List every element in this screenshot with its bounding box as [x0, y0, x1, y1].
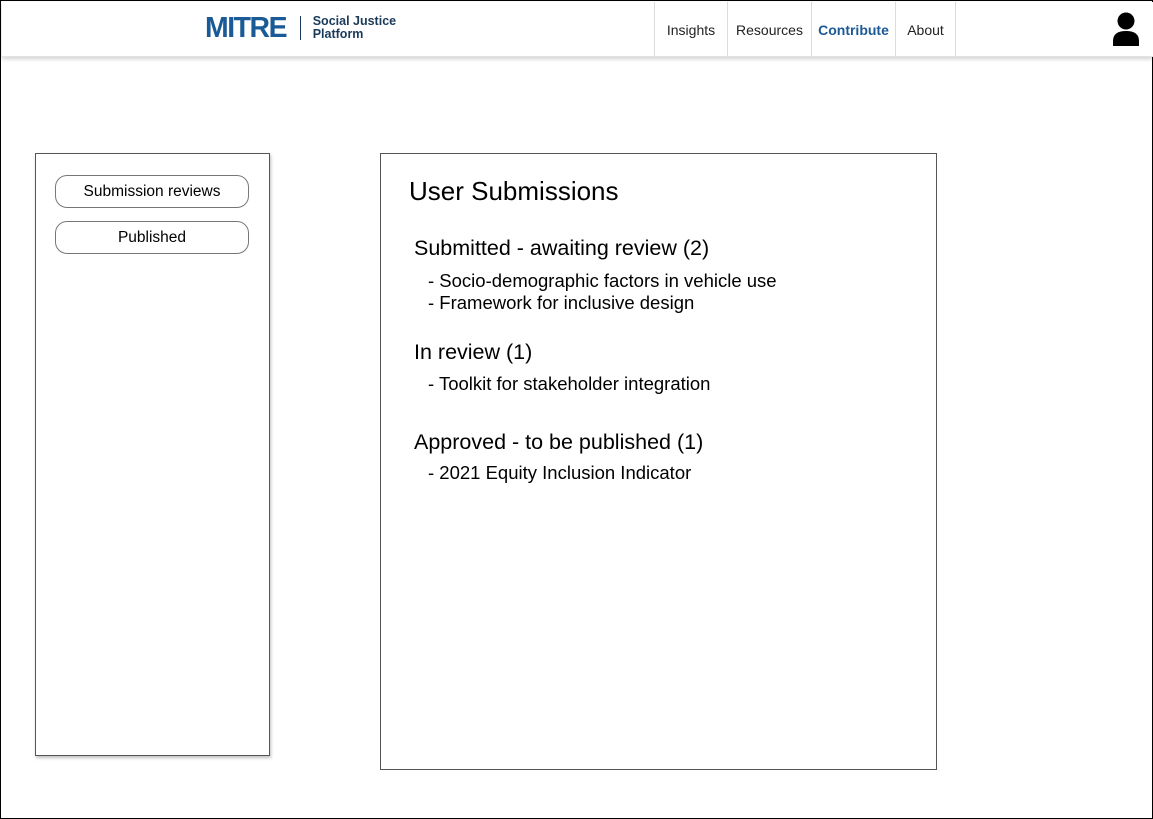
- logo-subtitle-line2: Platform: [312, 27, 364, 41]
- section-title-submitted: Submitted - awaiting review (2): [414, 236, 710, 260]
- nav-about[interactable]: About: [896, 2, 956, 57]
- logo-divider: [299, 16, 301, 40]
- page-title: User Submissions: [409, 176, 619, 206]
- user-icon[interactable]: [1113, 12, 1139, 46]
- submission-reviews-button[interactable]: Submission reviews: [55, 175, 249, 208]
- published-button[interactable]: Published: [55, 221, 249, 254]
- section-title-approved: Approved - to be published (1): [414, 430, 704, 454]
- section-title-in-review: In review (1): [414, 340, 533, 364]
- top-header: MITRE Social Justice Platform Insights R…: [2, 2, 1153, 57]
- sidebar: Submission reviews Published: [35, 153, 270, 756]
- user-icon-glyph: [1113, 12, 1139, 46]
- logo-mark: MITRE: [205, 12, 288, 44]
- nav-contribute[interactable]: Contribute: [812, 2, 896, 57]
- nav-insights[interactable]: Insights: [655, 2, 728, 57]
- main-nav: Insights Resources Contribute About: [654, 2, 956, 57]
- submission-item[interactable]: - Toolkit for stakeholder integration: [428, 373, 710, 395]
- logo-subtitle: Social Justice Platform: [313, 15, 396, 41]
- submission-item[interactable]: - 2021 Equity Inclusion Indicator: [428, 462, 691, 484]
- submissions-panel: User Submissions Submitted - awaiting re…: [380, 153, 937, 770]
- submission-item[interactable]: - Socio-demographic factors in vehicle u…: [428, 270, 777, 292]
- nav-resources[interactable]: Resources: [728, 2, 812, 57]
- app-frame: MITRE Social Justice Platform Insights R…: [0, 0, 1153, 819]
- submission-item[interactable]: - Framework for inclusive design: [428, 292, 694, 314]
- mitre-logo[interactable]: MITRE Social Justice Platform: [205, 13, 396, 43]
